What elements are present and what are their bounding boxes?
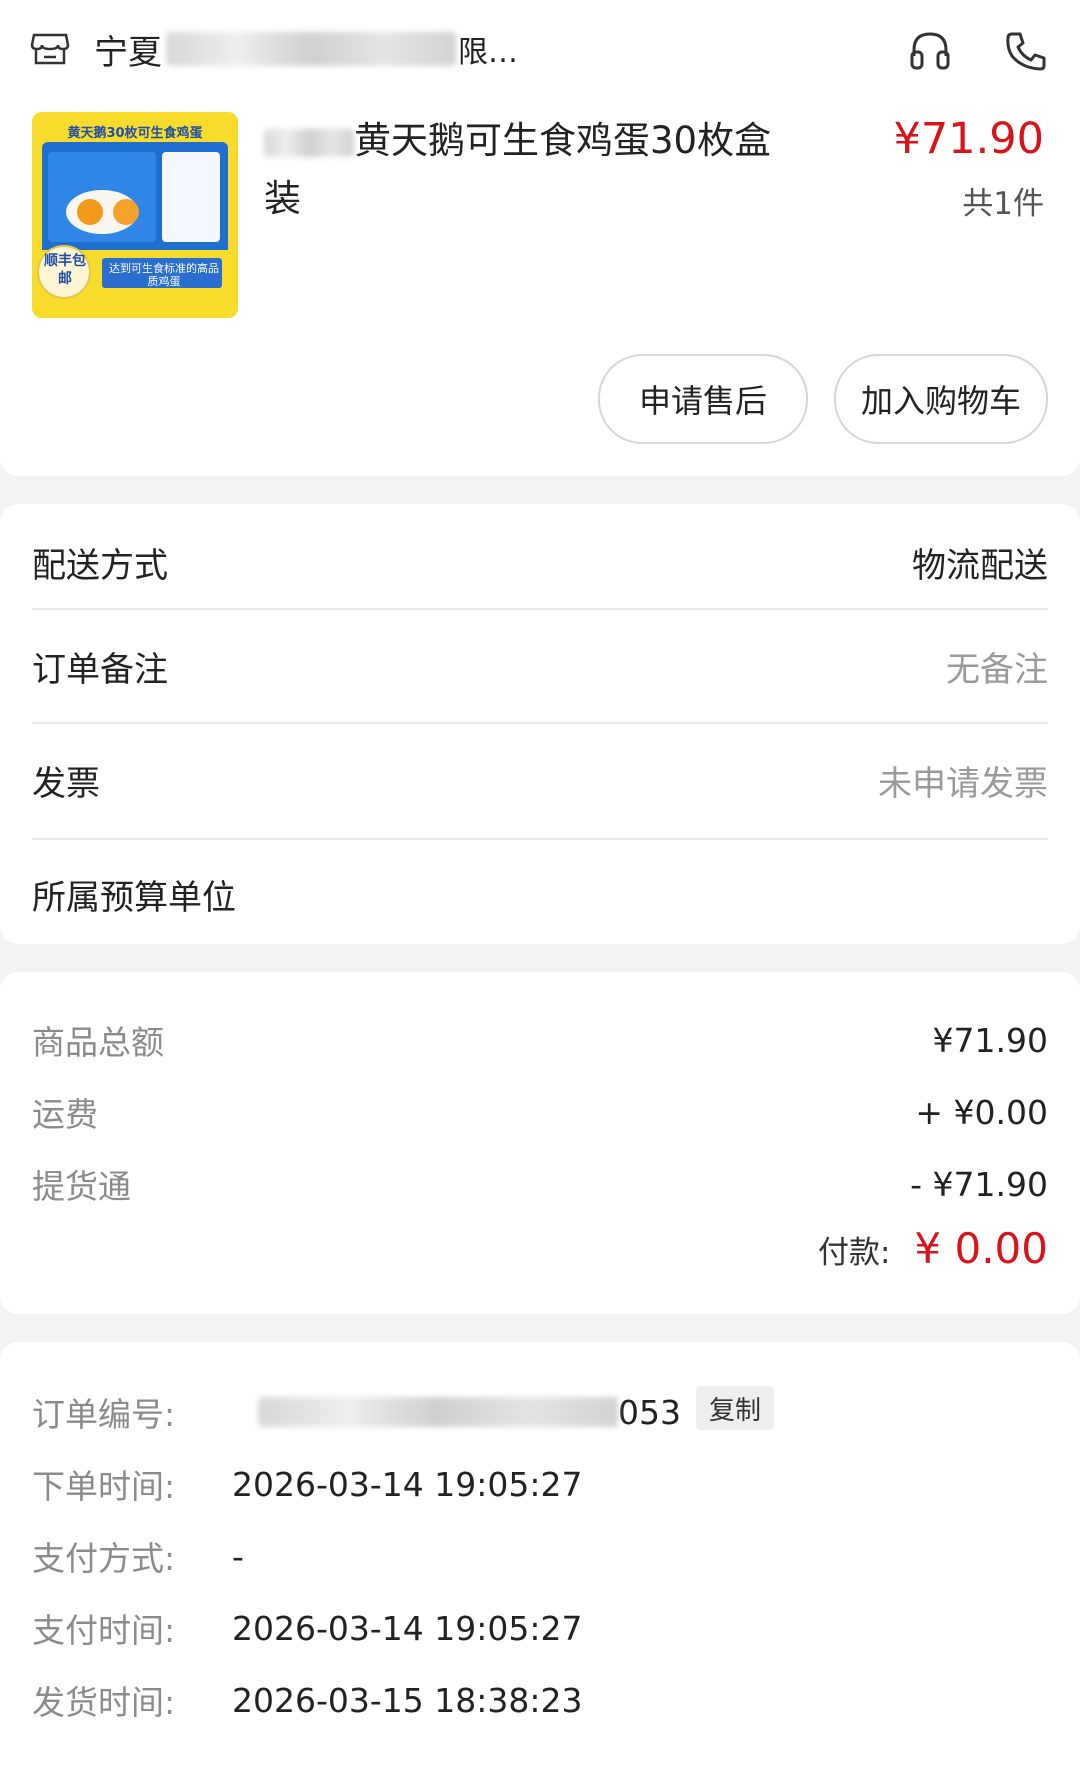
image-caption-bottom: 达到可生食标准的高品质鸡蛋 (109, 262, 219, 288)
paid-time-value: 2026-03-14 19:05:27 (232, 1608, 583, 1648)
invoice-row[interactable]: 发票 未申请发票 (32, 728, 1048, 832)
delivery-value: 物流配送 (912, 545, 1048, 586)
created-time-value: 2026-03-14 19:05:27 (232, 1464, 583, 1504)
paid-time-label: 支付时间: (32, 1611, 176, 1650)
goods-total-value: ¥71.90 (932, 1020, 1048, 1060)
payment-method-value: - (232, 1536, 244, 1576)
image-caption-top: 黄天鹅30枚可生食鸡蛋 (67, 126, 203, 141)
order-number-row: 订单编号: 053 (32, 1388, 681, 1436)
budget-unit-label: 所属预算单位 (32, 877, 236, 918)
created-time-row: 下单时间: 2026-03-14 19:05:27 (32, 1460, 582, 1508)
payment-method-row: 支付方式: - (32, 1532, 244, 1580)
invoice-value: 未申请发票 (878, 763, 1048, 804)
redacted-title-prefix (264, 128, 354, 157)
order-number-label: 订单编号: (32, 1395, 176, 1434)
divider (32, 838, 1048, 840)
delivery-row: 配送方式 物流配送 (32, 510, 1048, 614)
headset-icon[interactable] (906, 28, 954, 72)
budget-unit-row[interactable]: 所属预算单位 (32, 842, 1048, 946)
product-image[interactable]: 黄天鹅30枚可生食鸡蛋 顺丰包邮 达到可生食标准的高品质鸡蛋 (32, 112, 238, 318)
shipping-row: 运费 + ¥0.00 (32, 1088, 1048, 1136)
voucher-label: 提货通 (32, 1167, 131, 1206)
redacted-shop-name (166, 32, 456, 66)
voucher-value: - ¥71.90 (910, 1164, 1048, 1204)
shop-name: 宁夏 (94, 32, 162, 73)
created-time-label: 下单时间: (32, 1467, 176, 1506)
shop-name-tail: 限… (458, 35, 518, 70)
order-info-card: 配送方式 物流配送 订单备注 无备注 发票 未申请发票 所属预算单位 (0, 504, 1080, 944)
payment-method-label: 支付方式: (32, 1539, 176, 1578)
shipping-label: 运费 (32, 1095, 98, 1134)
product-price: ¥71.90 (893, 114, 1044, 164)
voucher-row: 提货通 - ¥71.90 (32, 1160, 1048, 1208)
remark-value: 无备注 (946, 649, 1048, 690)
shipping-value: + ¥0.00 (915, 1092, 1048, 1132)
remark-row[interactable]: 订单备注 无备注 (32, 614, 1048, 718)
redacted-order-number (258, 1397, 618, 1427)
phone-icon[interactable] (1002, 28, 1050, 72)
order-number-tail: 053 (618, 1392, 681, 1432)
shipped-time-label: 发货时间: (32, 1683, 176, 1722)
product-card: 宁夏 限… 黄天鹅30枚可生食鸡蛋 顺丰包邮 达到可生食标准的高品质鸡蛋 黄天鹅… (0, 0, 1080, 476)
divider (32, 722, 1048, 724)
remark-label: 订单备注 (32, 649, 168, 690)
invoice-label: 发票 (32, 763, 100, 804)
store-icon (30, 31, 70, 67)
delivery-label: 配送方式 (32, 545, 168, 586)
payment-label: 付款: (817, 1235, 891, 1271)
paid-time-row: 支付时间: 2026-03-14 19:05:27 (32, 1604, 582, 1652)
goods-total-row: 商品总额 ¥71.90 (32, 1016, 1048, 1064)
goods-total-label: 商品总额 (32, 1023, 164, 1062)
payment-total-row: 付款: ¥ 0.00 (818, 1224, 1048, 1273)
divider (32, 608, 1048, 610)
shop-header[interactable]: 宁夏 限… (30, 26, 1050, 73)
shipped-time-value: 2026-03-15 18:38:23 (232, 1680, 583, 1720)
add-to-cart-button[interactable]: 加入购物车 (834, 354, 1048, 444)
payment-value: ¥ 0.00 (914, 1224, 1048, 1273)
apply-aftersale-button[interactable]: 申请售后 (598, 354, 808, 444)
image-badge: 顺丰包邮 (44, 253, 86, 287)
product-quantity: 共1件 (962, 186, 1044, 222)
copy-order-number-button[interactable]: 复制 (696, 1386, 774, 1430)
shipped-time-row: 发货时间: 2026-03-15 18:38:23 (32, 1676, 582, 1724)
product-title[interactable]: 黄天鹅可生食鸡蛋30枚盒装 (264, 112, 804, 228)
